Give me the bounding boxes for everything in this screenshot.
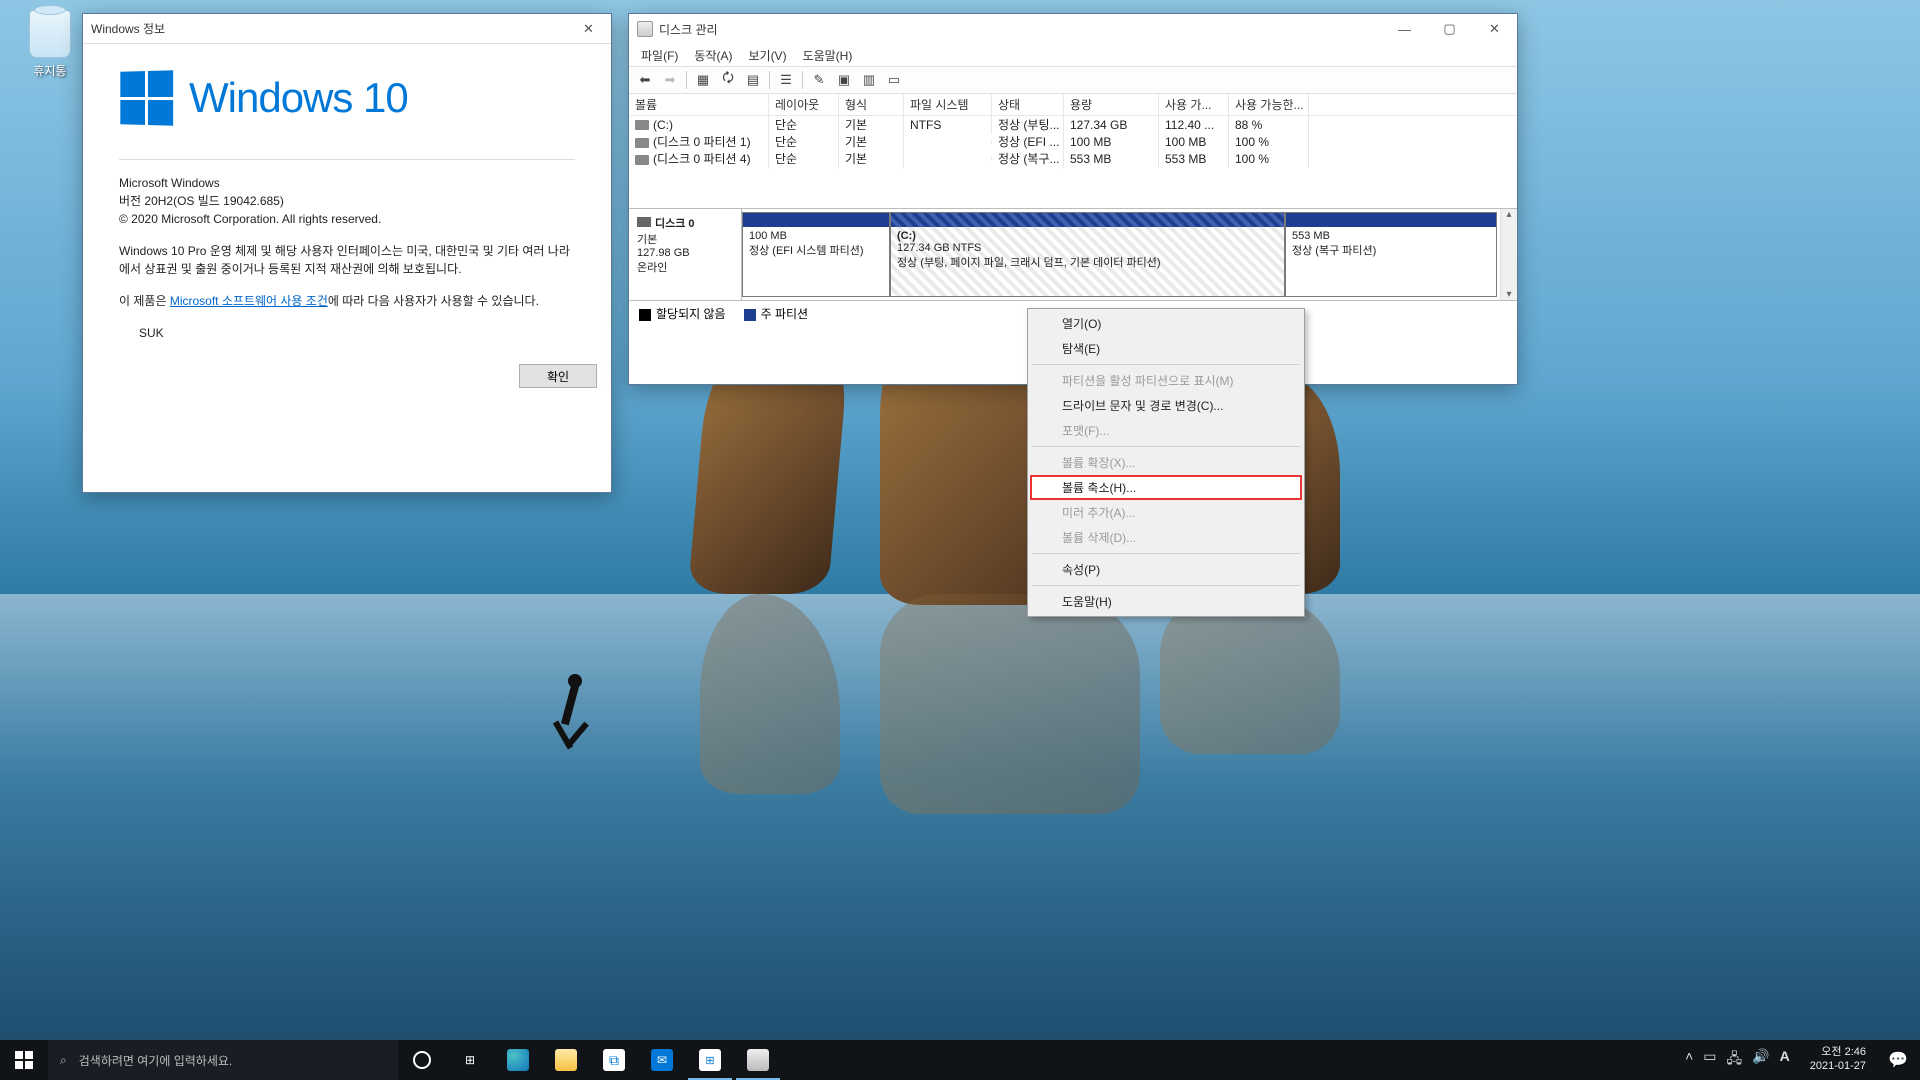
ctx-format: 포맷(F)... <box>1030 418 1302 443</box>
partition-efi[interactable]: 100 MB 정상 (EFI 시스템 파티션) <box>742 212 890 297</box>
toolbar-icon[interactable]: ☰ <box>775 69 797 91</box>
menu-help[interactable]: 도움말(H) <box>795 45 861 66</box>
ctx-shrink[interactable]: 볼륨 축소(H)... <box>1030 475 1302 500</box>
taskbar-app-edge[interactable] <box>494 1040 542 1080</box>
toolbar-icon[interactable]: ▦ <box>692 69 714 91</box>
ctx-mark-active: 파티션을 활성 파티션으로 표시(M) <box>1030 368 1302 393</box>
winver-user: SUK <box>139 324 575 342</box>
windows-logo: Windows 10 <box>119 66 575 129</box>
ctx-extend: 볼륨 확장(X)... <box>1030 450 1302 475</box>
task-view-button[interactable]: ⊞ <box>446 1040 494 1080</box>
taskbar-app-winver[interactable]: ⊞ <box>686 1040 734 1080</box>
taskbar-search[interactable]: ⌕ 검색하려면 여기에 입력하세요. <box>48 1040 398 1080</box>
taskview-icon: ⊞ <box>465 1053 475 1067</box>
recycle-bin-icon <box>29 10 71 58</box>
taskbar-app-explorer[interactable] <box>542 1040 590 1080</box>
ctx-explore[interactable]: 탐색(E) <box>1030 336 1302 361</box>
diskmgmt-titlebar[interactable]: 디스크 관리 — ▢ ✕ <box>629 14 1517 44</box>
close-button[interactable]: ✕ <box>1472 15 1517 44</box>
ctx-mirror: 미러 추가(A)... <box>1030 500 1302 525</box>
tray-ime-icon[interactable]: A <box>1780 1048 1790 1072</box>
recycle-bin[interactable]: 휴지통 <box>15 10 85 79</box>
col-filesystem[interactable]: 파일 시스템 <box>904 94 992 115</box>
recycle-bin-label: 휴지통 <box>15 62 85 79</box>
disk-graphical-view: 디스크 0 기본 127.98 GB 온라인 100 MB 정상 (EFI 시스… <box>629 208 1517 300</box>
tray-chevron-icon[interactable]: ˄ <box>1685 1048 1693 1072</box>
taskbar-app-diskmgmt[interactable] <box>734 1040 782 1080</box>
winver-titlebar[interactable]: Windows 정보 ✕ <box>83 14 611 44</box>
refresh-icon[interactable]: 🗘 <box>717 69 739 91</box>
nav-back-icon[interactable]: ⬅ <box>634 69 656 91</box>
winver-copyright: © 2020 Microsoft Corporation. All rights… <box>119 210 575 228</box>
minimize-button[interactable]: — <box>1382 15 1427 44</box>
disk-info[interactable]: 디스크 0 기본 127.98 GB 온라인 <box>629 209 742 300</box>
col-layout[interactable]: 레이아웃 <box>769 94 839 115</box>
winver-version: 버전 20H2(OS 빌드 19042.685) <box>119 192 575 210</box>
volume-table: 볼륨 레이아웃 형식 파일 시스템 상태 용량 사용 가... 사용 가능한..… <box>629 94 1517 208</box>
menu-file[interactable]: 파일(F) <box>633 45 686 66</box>
eula-link[interactable]: Microsoft 소프트웨어 사용 조건 <box>170 294 328 308</box>
col-status[interactable]: 상태 <box>992 94 1064 115</box>
menubar: 파일(F) 동작(A) 보기(V) 도움말(H) <box>629 44 1517 66</box>
close-button[interactable]: ✕ <box>566 14 611 43</box>
context-menu: 열기(O) 탐색(E) 파티션을 활성 파티션으로 표시(M) 드라이브 문자 … <box>1027 308 1305 617</box>
search-placeholder: 검색하려면 여기에 입력하세요. <box>79 1052 233 1069</box>
menu-action[interactable]: 동작(A) <box>686 45 740 66</box>
diskmgmt-title: 디스크 관리 <box>659 21 1382 38</box>
folder-icon <box>555 1049 577 1071</box>
winver-license-text: Windows 10 Pro 운영 체제 및 해당 사용자 인터페이스는 미국,… <box>119 242 575 278</box>
ctx-change-letter[interactable]: 드라이브 문자 및 경로 변경(C)... <box>1030 393 1302 418</box>
tray-meet-now-icon[interactable]: ▭ <box>1703 1048 1716 1072</box>
taskbar: ⌕ 검색하려면 여기에 입력하세요. ⊞ ⧉ ✉ ⊞ ˄ ▭ 🖧 🔊 A 오전 … <box>0 1040 1920 1080</box>
col-free[interactable]: 사용 가... <box>1159 94 1229 115</box>
tray-volume-icon[interactable]: 🔊 <box>1752 1048 1769 1072</box>
diskmgmt-icon <box>637 21 653 37</box>
search-icon: ⌕ <box>60 1053 67 1068</box>
ctx-delete: 볼륨 삭제(D)... <box>1030 525 1302 550</box>
winver-taskbar-icon: ⊞ <box>699 1049 721 1071</box>
wallpaper-runner <box>540 660 600 780</box>
winver-heading: Microsoft Windows <box>119 174 575 192</box>
winver-title: Windows 정보 <box>91 20 566 37</box>
edge-icon <box>507 1049 529 1071</box>
volume-row[interactable]: (디스크 0 파티션 4)단순기본정상 (복구...553 MB553 MB10… <box>629 150 1517 167</box>
taskbar-app-mail[interactable]: ✉ <box>638 1040 686 1080</box>
disk-icon <box>637 217 651 227</box>
toolbar-icon[interactable]: ▤ <box>742 69 764 91</box>
toolbar-icon[interactable]: ▥ <box>858 69 880 91</box>
windows-icon <box>15 1051 33 1069</box>
ctx-properties[interactable]: 속성(P) <box>1030 557 1302 582</box>
ctx-help[interactable]: 도움말(H) <box>1030 589 1302 614</box>
partition-c[interactable]: (C:) 127.34 GB NTFS 정상 (부팅, 페이지 파일, 크래시 … <box>890 212 1285 297</box>
col-free-pct[interactable]: 사용 가능한... <box>1229 94 1309 115</box>
toolbar: ⬅ ➡ ▦ 🗘 ▤ ☰ ✎ ▣ ▥ ▭ <box>629 66 1517 94</box>
toolbar-icon[interactable]: ✎ <box>808 69 830 91</box>
tray-network-icon[interactable]: 🖧 <box>1727 1048 1743 1072</box>
maximize-button[interactable]: ▢ <box>1427 15 1472 44</box>
cortana-icon <box>413 1051 431 1069</box>
winver-window: Windows 정보 ✕ Windows 10 Microsoft Window… <box>82 13 612 493</box>
menu-view[interactable]: 보기(V) <box>740 45 794 66</box>
action-center-icon[interactable]: 💬 <box>1876 1050 1920 1070</box>
diskmgmt-taskbar-icon <box>747 1049 769 1071</box>
partition-recovery[interactable]: 553 MB 정상 (복구 파티션) <box>1285 212 1497 297</box>
taskbar-clock[interactable]: 오전 2:46 2021-01-27 <box>1800 1046 1876 1074</box>
taskbar-app-store[interactable]: ⧉ <box>590 1040 638 1080</box>
ok-button[interactable]: 확인 <box>519 364 597 388</box>
col-capacity[interactable]: 용량 <box>1064 94 1159 115</box>
scrollbar[interactable] <box>1500 209 1517 300</box>
toolbar-icon[interactable]: ▣ <box>833 69 855 91</box>
col-volume[interactable]: 볼륨 <box>629 94 769 115</box>
start-button[interactable] <box>0 1040 48 1080</box>
nav-forward-icon[interactable]: ➡ <box>659 69 681 91</box>
task-view-button[interactable] <box>398 1040 446 1080</box>
winver-eula-text: 이 제품은 Microsoft 소프트웨어 사용 조건에 따라 다음 사용자가 … <box>119 292 575 310</box>
col-type[interactable]: 형식 <box>839 94 904 115</box>
ctx-open[interactable]: 열기(O) <box>1030 311 1302 336</box>
mail-icon: ✉ <box>651 1049 673 1071</box>
store-icon: ⧉ <box>603 1049 625 1071</box>
toolbar-icon[interactable]: ▭ <box>883 69 905 91</box>
